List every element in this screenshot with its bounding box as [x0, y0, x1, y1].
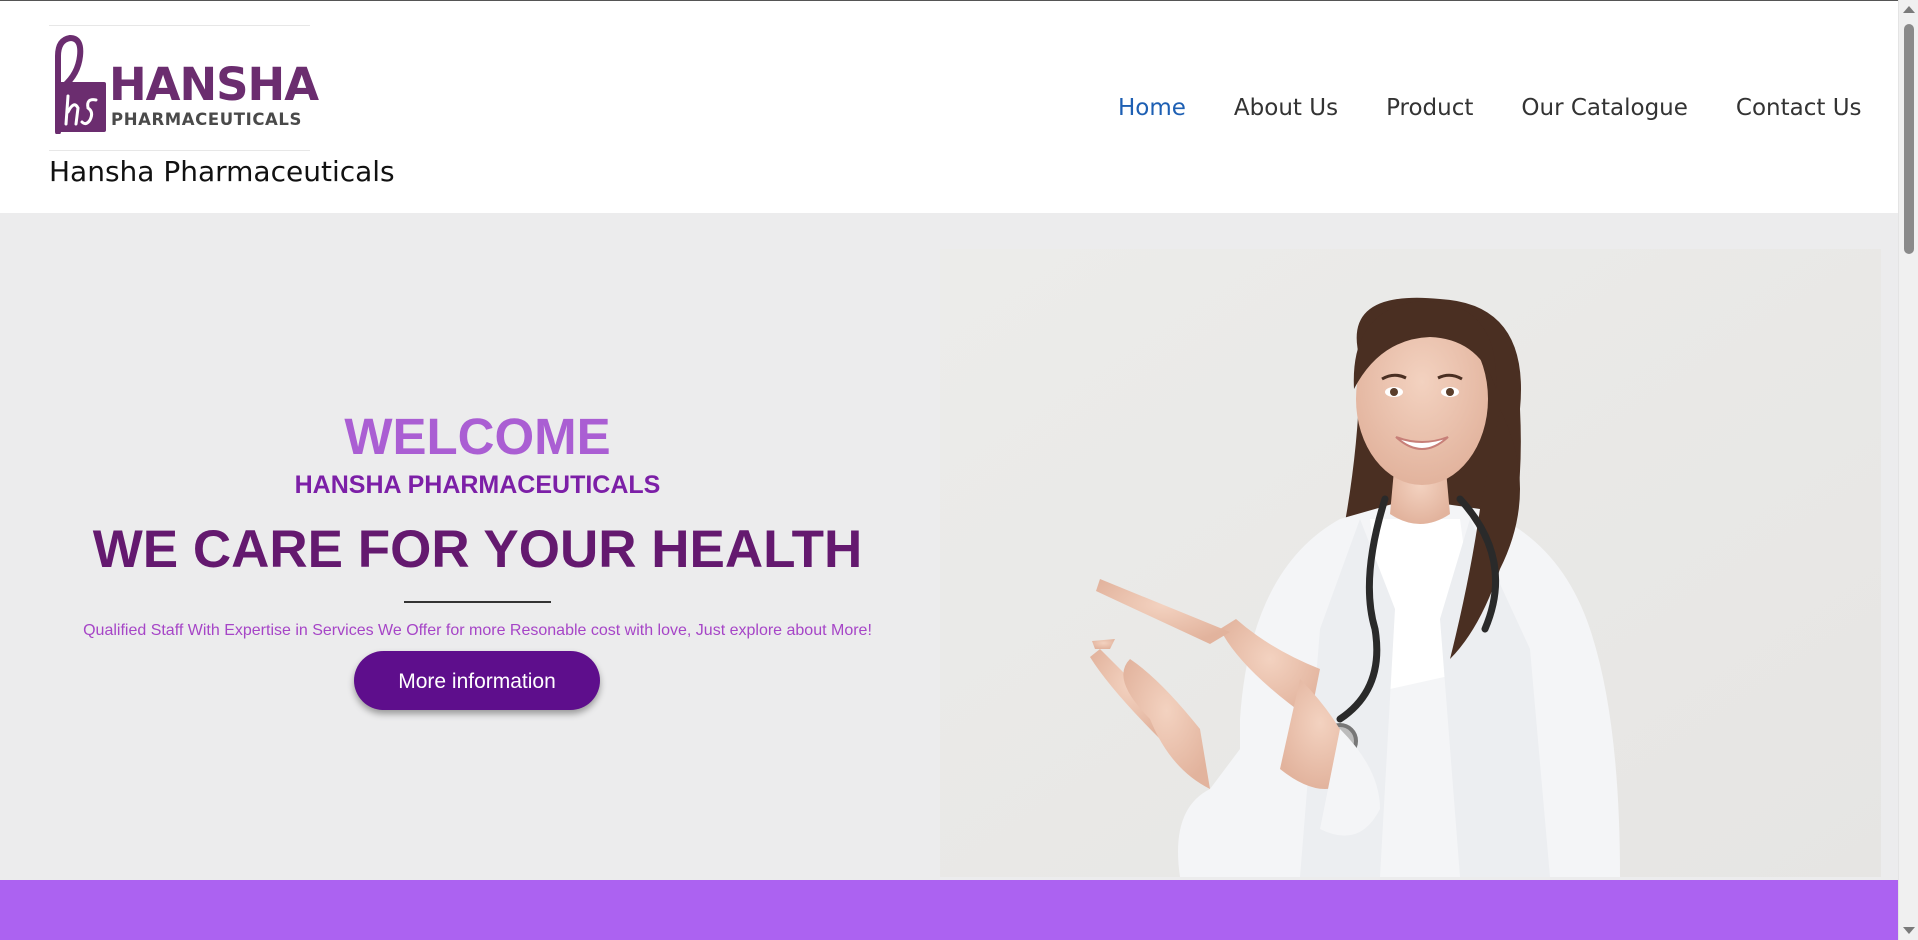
scroll-thumb[interactable]: [1904, 24, 1914, 254]
page-scrollbar[interactable]: [1898, 0, 1918, 940]
features-band: [0, 880, 1898, 940]
nav-item-our-catalogue[interactable]: Our Catalogue: [1521, 95, 1688, 121]
hero-doctor-image: [940, 249, 1881, 877]
hero-tagline: WE CARE FOR YOUR HEALTH: [92, 520, 863, 579]
hero-company-heading: HANSHA PHARMACEUTICALS: [294, 471, 661, 499]
scroll-down-arrow-icon[interactable]: [1903, 927, 1915, 934]
nav-item-home[interactable]: Home: [1118, 95, 1186, 121]
nav-item-product[interactable]: Product: [1386, 95, 1473, 121]
logo-monogram-icon: [55, 34, 106, 134]
nav-item-about-us[interactable]: About Us: [1234, 95, 1338, 121]
site-title[interactable]: Hansha Pharmaceuticals: [49, 158, 395, 186]
more-information-button[interactable]: More information: [354, 651, 600, 710]
hero-description: Qualified Staff With Expertise in Servic…: [83, 622, 872, 639]
hero-text-block: WELCOME HANSHA PHARMACEUTICALS WE CARE F…: [0, 213, 955, 880]
hero-section: WELCOME HANSHA PHARMACEUTICALS WE CARE F…: [0, 213, 1898, 880]
site-logo[interactable]: HANSHA PHARMACEUTICALS: [49, 25, 319, 151]
site-header: HANSHA PHARMACEUTICALS Hansha Pharmaceut…: [0, 1, 1898, 213]
logo-subline: PHARMACEUTICALS: [111, 110, 303, 129]
logo-wordmark: HANSHA: [109, 58, 319, 111]
main-nav: Home About Us Product Our Catalogue Cont…: [1118, 95, 1862, 121]
page: HANSHA PHARMACEUTICALS Hansha Pharmaceut…: [0, 0, 1898, 940]
hero-divider: [404, 601, 551, 603]
scroll-up-arrow-icon[interactable]: [1903, 6, 1915, 13]
hero-welcome-heading: WELCOME: [344, 408, 611, 465]
nav-item-contact-us[interactable]: Contact Us: [1736, 95, 1862, 121]
